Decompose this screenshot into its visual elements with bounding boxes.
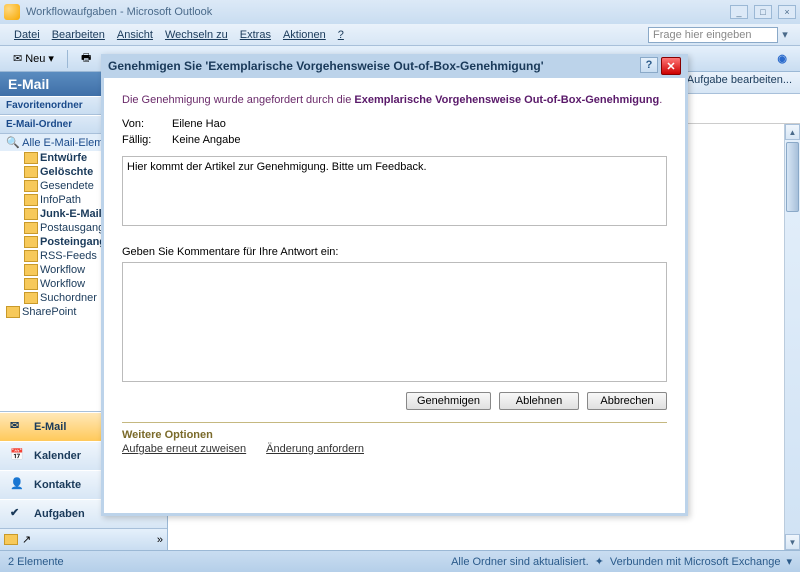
menu-extras[interactable]: Extras bbox=[234, 27, 277, 43]
dropdown-icon: ▾ bbox=[48, 52, 54, 65]
dialog-intro-text: Die Genehmigung wurde angefordert durch … bbox=[122, 94, 667, 106]
shortcut-icon[interactable]: ↗ bbox=[22, 533, 31, 546]
junk-icon bbox=[24, 208, 38, 220]
tree-item-label: Junk-E-Mail bbox=[40, 208, 102, 220]
minimize-button[interactable]: _ bbox=[730, 5, 748, 19]
tree-item-label: Workflow bbox=[40, 264, 85, 276]
ask-dropdown-icon[interactable]: ▾ bbox=[778, 28, 792, 41]
tree-item-label: Workflow bbox=[40, 278, 85, 290]
status-connection: Verbunden mit Microsoft Exchange bbox=[610, 556, 781, 568]
tree-item-label: RSS-Feeds bbox=[40, 250, 97, 262]
approve-button[interactable]: Genehmigen bbox=[406, 392, 491, 410]
scroll-down-icon[interactable]: ▼ bbox=[785, 534, 800, 550]
draft-icon bbox=[24, 152, 38, 164]
from-label: Von: bbox=[122, 118, 172, 130]
comment-textarea[interactable] bbox=[122, 262, 667, 382]
statusbar: 2 Elemente Alle Ordner sind aktualisiert… bbox=[0, 550, 800, 572]
status-sync: Alle Ordner sind aktualisiert. bbox=[451, 556, 589, 568]
nav-configure-icon[interactable]: » bbox=[157, 534, 163, 546]
status-dropdown-icon[interactable]: ▾ bbox=[786, 555, 792, 568]
dialog-divider bbox=[122, 422, 667, 423]
tree-item-label: Entwürfe bbox=[40, 152, 87, 164]
search-icon bbox=[24, 292, 38, 304]
outlook-logo-icon bbox=[4, 4, 20, 20]
menubar: Datei Bearbeiten Ansicht Wechseln zu Ext… bbox=[0, 24, 800, 46]
print-icon: 🖶 bbox=[81, 49, 91, 68]
sp-icon bbox=[6, 306, 20, 318]
menu-help[interactable]: ? bbox=[332, 27, 350, 43]
tree-item-label: Postausgang bbox=[40, 222, 104, 234]
tree-item-label: Suchordner bbox=[40, 292, 97, 304]
menu-edit[interactable]: Bearbeiten bbox=[46, 27, 111, 43]
scroll-up-icon[interactable]: ▲ bbox=[785, 124, 800, 140]
close-window-button[interactable]: × bbox=[778, 5, 796, 19]
connection-icon: ✦ bbox=[595, 555, 604, 568]
menu-view[interactable]: Ansicht bbox=[111, 27, 159, 43]
cancel-button[interactable]: Abbrechen bbox=[587, 392, 667, 410]
window-titlebar: Workflowaufgaben - Microsoft Outlook _ □… bbox=[0, 0, 800, 24]
reassign-task-link[interactable]: Aufgabe erneut zuweisen bbox=[122, 443, 246, 455]
new-button[interactable]: ✉ Neu ▾ bbox=[6, 49, 61, 68]
more-options-heading: Weitere Optionen bbox=[122, 429, 667, 441]
search-icon: 🔍 bbox=[6, 137, 20, 149]
sent-icon bbox=[24, 180, 38, 192]
scrollbar[interactable]: ▲ ▼ bbox=[784, 124, 800, 550]
tree-item-label: SharePoint bbox=[22, 306, 76, 318]
tasks-icon: ✔ bbox=[10, 506, 28, 522]
toolbar-separator bbox=[67, 50, 68, 68]
tree-item-label: Gelöschte bbox=[40, 166, 93, 178]
maximize-button[interactable]: □ bbox=[754, 5, 772, 19]
scroll-thumb[interactable] bbox=[786, 142, 799, 212]
menu-actions[interactable]: Aktionen bbox=[277, 27, 332, 43]
folder-icon bbox=[24, 264, 38, 276]
menu-goto[interactable]: Wechseln zu bbox=[159, 27, 234, 43]
print-button[interactable]: 🖶 bbox=[74, 46, 98, 71]
mail-icon: ✉ bbox=[10, 419, 28, 435]
reject-button[interactable]: Ablehnen bbox=[499, 392, 579, 410]
from-value: Eilene Hao bbox=[172, 118, 226, 130]
nav-footer: ↗ » bbox=[0, 528, 167, 550]
status-item-count: 2 Elemente bbox=[8, 556, 64, 568]
new-label: Neu bbox=[25, 53, 45, 65]
help-icon: ◉ bbox=[777, 52, 787, 65]
folder-icon bbox=[24, 278, 38, 290]
window-title: Workflowaufgaben - Microsoft Outlook bbox=[26, 6, 212, 18]
calendar-icon: 📅 bbox=[10, 448, 28, 464]
contacts-icon: 👤 bbox=[10, 477, 28, 493]
dialog-help-button[interactable]: ? bbox=[640, 57, 658, 73]
due-label: Fällig: bbox=[122, 134, 172, 146]
tree-item-label: Gesendete bbox=[40, 180, 94, 192]
outbox-icon bbox=[24, 222, 38, 234]
ask-question-input[interactable]: Frage hier eingeben bbox=[648, 27, 778, 43]
dialog-close-button[interactable]: ✕ bbox=[661, 57, 681, 75]
rss-icon bbox=[24, 250, 38, 262]
dialog-message-box: Hier kommt der Artikel zur Genehmigung. … bbox=[122, 156, 667, 226]
trash-icon bbox=[24, 166, 38, 178]
inbox-icon bbox=[24, 236, 38, 248]
due-value: Keine Angabe bbox=[172, 134, 241, 146]
folder-icon bbox=[24, 194, 38, 206]
help-toolbar-button[interactable]: ◉ bbox=[770, 49, 794, 68]
dialog-title: Genehmigen Sie 'Exemplarische Vorgehensw… bbox=[108, 59, 544, 73]
tree-item-label: Posteingang bbox=[40, 236, 106, 248]
new-mail-icon: ✉ bbox=[13, 52, 22, 65]
approval-dialog: Genehmigen Sie 'Exemplarische Vorgehensw… bbox=[101, 54, 688, 516]
folder-icon[interactable] bbox=[4, 534, 18, 545]
request-change-link[interactable]: Änderung anfordern bbox=[266, 443, 364, 455]
menu-file[interactable]: Datei bbox=[8, 27, 46, 43]
comment-label: Geben Sie Kommentare für Ihre Antwort ei… bbox=[122, 246, 667, 258]
tree-item-label: InfoPath bbox=[40, 194, 81, 206]
